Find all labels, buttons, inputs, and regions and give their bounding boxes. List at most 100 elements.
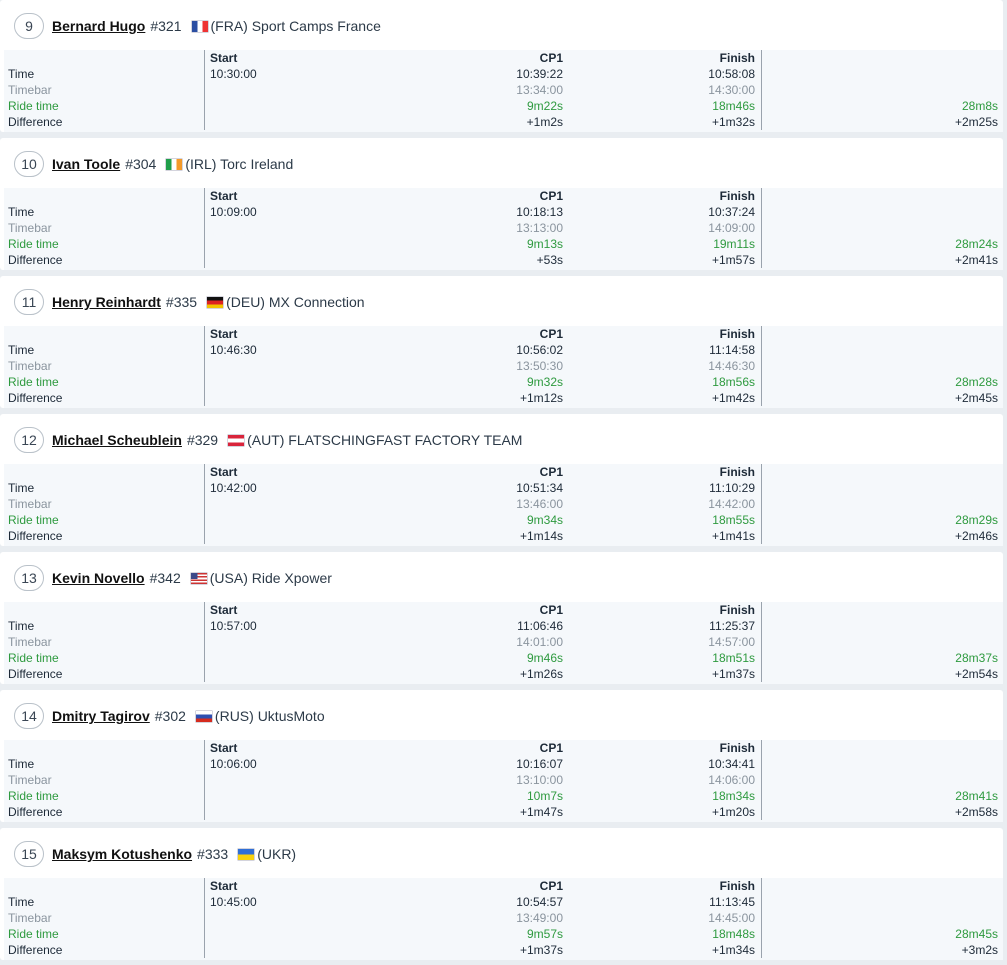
rider-header: 9 Bernard Hugo #321 (FRA) Sport Camps Fr…: [14, 12, 381, 40]
rider-name-link[interactable]: Ivan Toole: [52, 156, 120, 172]
start-time: 10:06:00: [210, 757, 257, 771]
team-name: (IRL) Torc Ireland: [185, 156, 294, 172]
cp1-ride-time: 9m13s: [526, 237, 563, 251]
finish-header: Finish: [719, 741, 755, 755]
start-header: Start: [210, 327, 238, 341]
cp1-header: CP1: [539, 465, 563, 479]
total-difference: +2m54s: [954, 667, 998, 681]
cp1-difference: +1m12s: [519, 391, 563, 405]
rider-card: 14 Dmitry Tagirov #302 (RUS) UktusMoto S…: [0, 690, 1003, 822]
time-label: Time: [8, 757, 35, 771]
total-difference: +2m25s: [954, 115, 998, 129]
rider-header: 13 Kevin Novello #342 (USA) Ride Xpower: [14, 564, 332, 592]
column-divider: [761, 50, 762, 130]
rider-name-link[interactable]: Dmitry Tagirov: [52, 708, 150, 724]
finish-ride-time: 18m48s: [712, 927, 755, 941]
team-name: (FRA) Sport Camps France: [210, 18, 381, 34]
rider-name-link[interactable]: Maksym Kotushenko: [52, 846, 192, 862]
finish-ride-time: 19m11s: [713, 237, 755, 251]
column-divider: [761, 188, 762, 268]
results-list: 9 Bernard Hugo #321 (FRA) Sport Camps Fr…: [0, 0, 1007, 965]
finish-time: 11:10:29: [709, 481, 755, 495]
finish-ride-time: 18m46s: [712, 99, 755, 113]
cp1-timebar: 13:50:30: [516, 359, 563, 373]
rider-header: 12 Michael Scheublein #329 (AUT) FLATSCH…: [14, 426, 522, 454]
cp1-difference: +1m26s: [519, 667, 563, 681]
rider-name-link[interactable]: Kevin Novello: [52, 570, 145, 586]
finish-time: 10:58:08: [708, 67, 755, 81]
finish-header: Finish: [719, 327, 755, 341]
finish-header: Finish: [719, 51, 755, 65]
finish-difference: +1m41s: [711, 529, 755, 543]
rider-header: 15 Maksym Kotushenko #333 (UKR): [14, 840, 296, 868]
total-difference: +2m45s: [954, 391, 998, 405]
finish-timebar: 14:57:00: [708, 635, 755, 649]
finish-difference: +1m34s: [711, 943, 755, 957]
rank-badge: 10: [14, 151, 44, 177]
rider-card: 15 Maksym Kotushenko #333 (UKR) Start CP…: [0, 828, 1003, 960]
rider-number: #321: [150, 18, 182, 34]
total-difference: +2m41s: [954, 253, 998, 267]
start-time: 10:42:00: [210, 481, 257, 495]
rider-name-link[interactable]: Michael Scheublein: [52, 432, 182, 448]
split-times-table: Start CP1 Finish Time Timebar Ride time …: [4, 740, 1003, 822]
country-flag-icon: [166, 158, 183, 170]
ride-time-label: Ride time: [8, 513, 59, 527]
finish-timebar: 14:46:30: [708, 359, 755, 373]
rider-card: 12 Michael Scheublein #329 (AUT) FLATSCH…: [0, 414, 1003, 546]
finish-time: 11:25:37: [709, 619, 755, 633]
rider-name-link[interactable]: Bernard Hugo: [52, 18, 145, 34]
time-label: Time: [8, 895, 35, 909]
cp1-timebar: 13:49:00: [516, 911, 563, 925]
country-flag-icon: [190, 572, 207, 584]
time-label: Time: [8, 619, 35, 633]
rider-header: 10 Ivan Toole #304 (IRL) Torc Ireland: [14, 150, 293, 178]
total-ride-time: 28m28s: [955, 375, 998, 389]
time-label: Time: [8, 481, 35, 495]
cp1-timebar: 13:13:00: [516, 221, 563, 235]
total-ride-time: 28m37s: [955, 651, 998, 665]
difference-label: Difference: [8, 391, 63, 405]
total-difference: +2m58s: [954, 805, 998, 819]
cp1-ride-time: 9m22s: [526, 99, 563, 113]
timebar-label: Timebar: [8, 773, 52, 787]
cp1-timebar: 13:46:00: [516, 497, 563, 511]
cp1-header: CP1: [539, 189, 563, 203]
time-label: Time: [8, 205, 35, 219]
start-header: Start: [210, 465, 238, 479]
time-label: Time: [8, 343, 35, 357]
rider-number: #329: [186, 432, 219, 448]
team-name: (RUS) UktusMoto: [214, 708, 325, 724]
start-time: 10:09:00: [210, 205, 257, 219]
rider-number: #302: [154, 708, 186, 724]
rank-badge: 12: [14, 427, 44, 453]
rank-badge: 15: [14, 841, 44, 867]
rank-badge: 11: [14, 289, 44, 315]
finish-difference: +1m37s: [711, 667, 755, 681]
cp1-difference: +1m37s: [519, 943, 563, 957]
total-ride-time: 28m45s: [955, 927, 998, 941]
cp1-time: 10:39:22: [516, 67, 563, 81]
finish-header: Finish: [719, 465, 755, 479]
cp1-time: 10:56:02: [516, 343, 563, 357]
finish-difference: +1m42s: [711, 391, 755, 405]
rider-card: 13 Kevin Novello #342 (USA) Ride Xpower …: [0, 552, 1003, 684]
total-ride-time: 28m29s: [955, 513, 998, 527]
column-divider: [204, 740, 205, 820]
country-flag-icon: [191, 20, 208, 32]
total-ride-time: 28m41s: [955, 789, 998, 803]
total-difference: +2m46s: [954, 529, 998, 543]
rider-card: 9 Bernard Hugo #321 (FRA) Sport Camps Fr…: [0, 0, 1003, 132]
team-name: (AUT) FLATSCHINGFAST FACTORY TEAM: [247, 432, 523, 448]
start-header: Start: [210, 189, 238, 203]
column-divider: [204, 188, 205, 268]
column-divider: [761, 602, 762, 682]
cp1-difference: +1m2s: [526, 115, 563, 129]
rider-name-link[interactable]: Henry Reinhardt: [52, 294, 161, 310]
difference-label: Difference: [8, 805, 63, 819]
country-flag-icon: [207, 296, 224, 308]
start-header: Start: [210, 603, 238, 617]
finish-ride-time: 18m34s: [712, 789, 755, 803]
timebar-label: Timebar: [8, 83, 52, 97]
team-name: (DEU) MX Connection: [226, 294, 365, 310]
